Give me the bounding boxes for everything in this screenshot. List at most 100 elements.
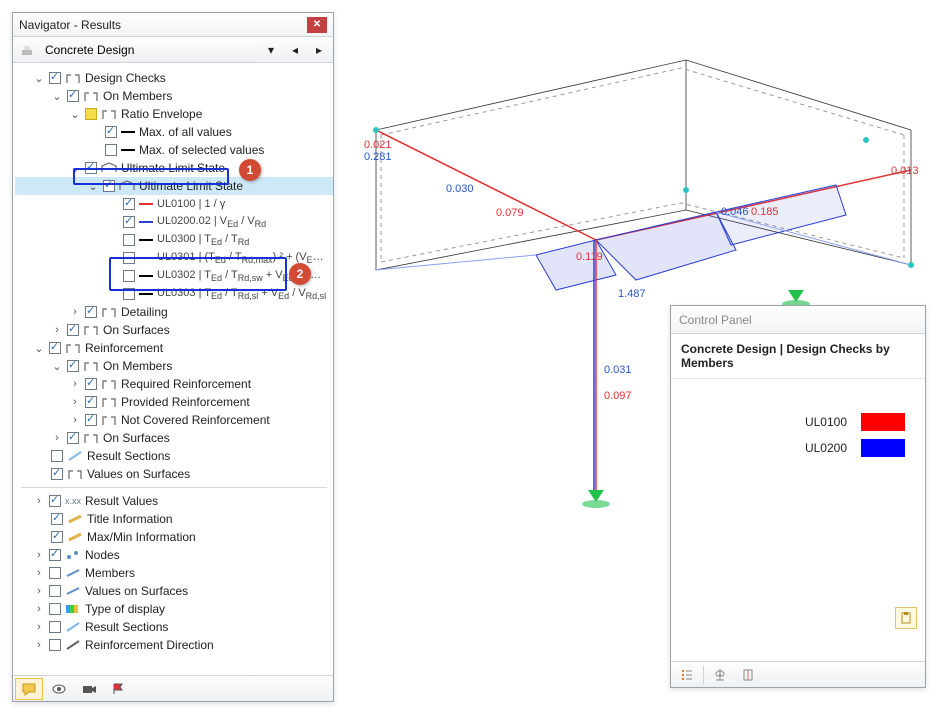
balance-icon[interactable]: [708, 665, 732, 685]
tree-item-reinforcement[interactable]: ⌄ Reinforcement: [15, 339, 333, 357]
tree-item-title-info[interactable]: Title Information: [15, 510, 333, 528]
checkbox[interactable]: [67, 324, 79, 336]
checkbox[interactable]: [67, 432, 79, 444]
tree-item-req-reinf[interactable]: › Required Reinforcement: [15, 375, 333, 393]
checkbox[interactable]: [49, 585, 61, 597]
prev-icon[interactable]: ◂: [285, 40, 305, 60]
category-select[interactable]: Concrete Design: [41, 40, 257, 60]
tree-item-ul0100[interactable]: UL0100 | 1 / γ: [15, 195, 333, 213]
expand-icon[interactable]: ⌄: [33, 342, 45, 354]
tab-flag-icon[interactable]: [105, 678, 133, 700]
legend-row: UL0100: [691, 409, 905, 435]
tree-item-on-surfaces-2[interactable]: › On Surfaces: [15, 429, 333, 447]
tree-item-ul0200[interactable]: UL0200.02 | VEd / VRd: [15, 213, 333, 231]
checkbox[interactable]: [123, 216, 135, 228]
tree-label: Max/Min Information: [87, 530, 196, 544]
expand-icon[interactable]: ⌄: [51, 90, 63, 102]
tree-item-design-checks[interactable]: ⌄ Design Checks: [15, 69, 333, 87]
tree-item-values-surfaces[interactable]: Values on Surfaces: [15, 465, 333, 483]
checkbox[interactable]: [85, 378, 97, 390]
chevron-down-icon[interactable]: ▾: [261, 40, 281, 60]
checkbox[interactable]: [85, 306, 97, 318]
expand-icon[interactable]: ⌄: [33, 72, 45, 84]
collapse-icon[interactable]: ›: [33, 585, 45, 597]
tree-item-max-sel[interactable]: Max. of selected values: [15, 141, 333, 159]
tree-item-values-surfaces-2[interactable]: › Values on Surfaces: [15, 582, 333, 600]
tree-item-type-display[interactable]: › Type of display: [15, 600, 333, 618]
checkbox[interactable]: [85, 414, 97, 426]
tree-item-result-values[interactable]: › x.xx Result Values: [15, 492, 333, 510]
collapse-icon[interactable]: ›: [69, 378, 81, 390]
category-icon[interactable]: [17, 40, 37, 60]
checkbox[interactable]: [123, 234, 135, 246]
collapse-icon[interactable]: ›: [33, 603, 45, 615]
tree-item-nodes[interactable]: › Nodes: [15, 546, 333, 564]
list-icon[interactable]: [675, 665, 699, 685]
ruler-icon: [67, 512, 83, 526]
collapse-icon[interactable]: ›: [33, 621, 45, 633]
tree-item-ratio-envelope[interactable]: ⌄ Ratio Envelope: [15, 105, 333, 123]
values-icon: x.xx: [65, 494, 81, 508]
tree-item-notcov-reinf[interactable]: › Not Covered Reinforcement: [15, 411, 333, 429]
ruler-icon: [67, 530, 83, 544]
tree-item-max-all[interactable]: Max. of all values: [15, 123, 333, 141]
tab-camera-icon[interactable]: [75, 678, 103, 700]
checkbox[interactable]: [51, 468, 63, 480]
checkbox[interactable]: [51, 531, 63, 543]
collapse-icon[interactable]: ›: [51, 324, 63, 336]
value-label: 0.097: [604, 390, 632, 402]
expand-icon[interactable]: ⌄: [69, 108, 81, 120]
checkbox[interactable]: [49, 621, 61, 633]
checkbox-partial[interactable]: [85, 108, 97, 120]
checkbox[interactable]: [49, 342, 61, 354]
collapse-icon[interactable]: ›: [33, 549, 45, 561]
tab-comment-icon[interactable]: [15, 678, 43, 700]
arch-icon: [65, 71, 81, 85]
collapse-icon[interactable]: ›: [51, 432, 63, 444]
navigator-titlebar[interactable]: Navigator - Results ✕: [13, 13, 333, 37]
tree-item-on-members-2[interactable]: ⌄ On Members: [15, 357, 333, 375]
checkbox[interactable]: [105, 126, 117, 138]
arch-icon: [101, 107, 117, 121]
tree-item-maxmin[interactable]: Max/Min Information: [15, 528, 333, 546]
tab-eye-icon[interactable]: [45, 678, 73, 700]
tree-item-on-surfaces-1[interactable]: › On Surfaces: [15, 321, 333, 339]
navigator-tree[interactable]: ⌄ Design Checks ⌄ On Members ⌄ Ratio Env…: [13, 63, 333, 675]
tree-item-reinf-dir[interactable]: › Reinforcement Direction: [15, 636, 333, 654]
tree-label: Values on Surfaces: [87, 467, 190, 481]
checkbox[interactable]: [67, 90, 79, 102]
tree-item-members[interactable]: › Members: [15, 564, 333, 582]
next-icon[interactable]: ▸: [309, 40, 329, 60]
collapse-icon[interactable]: ›: [69, 306, 81, 318]
checkbox[interactable]: [85, 396, 97, 408]
close-icon[interactable]: ✕: [307, 17, 327, 33]
checkbox[interactable]: [105, 144, 117, 156]
collapse-icon[interactable]: ›: [33, 639, 45, 651]
collapse-icon[interactable]: ›: [69, 396, 81, 408]
checkbox[interactable]: [49, 72, 61, 84]
tree-item-result-sections-2[interactable]: › Result Sections: [15, 618, 333, 636]
checkbox[interactable]: [49, 603, 61, 615]
checkbox[interactable]: [49, 549, 61, 561]
checkbox[interactable]: [123, 198, 135, 210]
tree-item-detailing[interactable]: › Detailing: [15, 303, 333, 321]
tree-label: On Members: [103, 89, 172, 103]
tree-item-on-members[interactable]: ⌄ On Members: [15, 87, 333, 105]
checkbox[interactable]: [51, 450, 63, 462]
collapse-icon[interactable]: ›: [69, 414, 81, 426]
collapse-icon[interactable]: ›: [33, 567, 45, 579]
filter-icon[interactable]: [736, 665, 760, 685]
tree-item-prov-reinf[interactable]: › Provided Reinforcement: [15, 393, 333, 411]
clipboard-icon[interactable]: [895, 607, 917, 629]
control-panel-titlebar[interactable]: Control Panel: [671, 306, 925, 334]
checkbox[interactable]: [51, 513, 63, 525]
expand-icon[interactable]: ⌄: [51, 360, 63, 372]
tree-label: Title Information: [87, 512, 173, 526]
checkbox[interactable]: [49, 567, 61, 579]
collapse-icon[interactable]: ›: [33, 495, 45, 507]
checkbox[interactable]: [49, 495, 61, 507]
tree-item-ul0300[interactable]: UL0300 | TEd / TRd: [15, 231, 333, 249]
checkbox[interactable]: [49, 639, 61, 651]
tree-item-result-sections[interactable]: Result Sections: [15, 447, 333, 465]
checkbox[interactable]: [67, 360, 79, 372]
